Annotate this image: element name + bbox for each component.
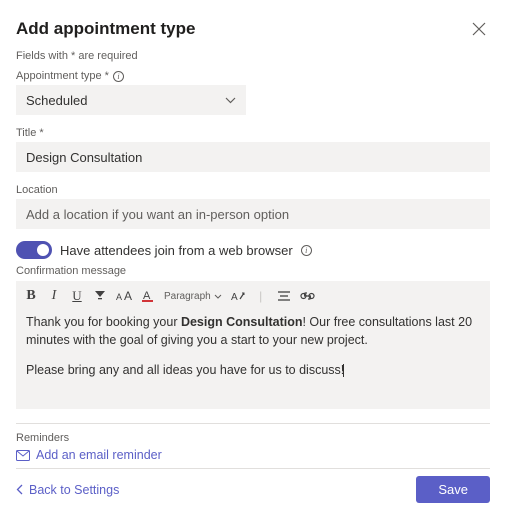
location-label: Location: [16, 184, 490, 196]
close-button[interactable]: [468, 18, 490, 40]
clear-formatting-button[interactable]: A: [231, 290, 245, 303]
reminders-label: Reminders: [16, 432, 490, 444]
chevron-left-icon: [16, 484, 23, 495]
location-input[interactable]: Add a location if you want an in-person …: [16, 199, 490, 229]
underline-button[interactable]: U: [70, 288, 84, 304]
web-browser-toggle[interactable]: [16, 241, 52, 259]
title-input[interactable]: Design Consultation: [16, 142, 490, 172]
title-label: Title *: [16, 127, 490, 139]
close-icon: [472, 22, 486, 36]
bold-button[interactable]: B: [24, 288, 38, 304]
align-button[interactable]: [277, 290, 291, 302]
align-icon: [277, 290, 291, 302]
svg-text:A: A: [116, 292, 122, 302]
divider: [16, 423, 490, 424]
save-button[interactable]: Save: [416, 476, 490, 503]
svg-text:A: A: [231, 292, 238, 303]
clear-format-icon: A: [231, 290, 245, 303]
web-browser-toggle-label: Have attendees join from a web browser: [60, 243, 293, 258]
font-size-icon: AA: [116, 290, 132, 302]
appointment-type-label: Appointment type * i: [16, 70, 490, 82]
info-icon[interactable]: i: [301, 245, 312, 256]
mail-icon: [16, 450, 30, 461]
add-email-reminder-link[interactable]: Add an email reminder: [16, 448, 490, 462]
divider: [16, 468, 490, 469]
strikethrough-button[interactable]: [93, 289, 107, 303]
back-to-settings-link[interactable]: Back to Settings: [16, 483, 119, 497]
info-icon[interactable]: i: [113, 71, 124, 82]
font-color-icon: A: [141, 289, 155, 303]
confirmation-message-label: Confirmation message: [16, 265, 490, 277]
appointment-type-select[interactable]: Scheduled: [16, 85, 246, 115]
svg-text:A: A: [124, 290, 132, 302]
chevron-down-icon: [214, 294, 222, 299]
italic-button[interactable]: I: [47, 288, 61, 304]
link-icon: [300, 291, 315, 301]
font-color-button[interactable]: A: [141, 289, 155, 303]
editor-content[interactable]: Thank you for booking your Design Consul…: [16, 309, 490, 409]
text-cursor: [343, 364, 344, 377]
font-size-button[interactable]: AA: [116, 290, 132, 302]
editor-toolbar: B I U AA A Paragraph A |: [16, 281, 490, 309]
paragraph-style-select[interactable]: Paragraph: [164, 291, 222, 302]
dialog-title: Add appointment type: [16, 19, 195, 39]
required-fields-note: Fields with * are required: [16, 50, 490, 62]
chevron-down-icon: [225, 97, 236, 104]
toggle-knob: [37, 244, 49, 256]
divider: |: [254, 289, 268, 303]
strikethrough-icon: [93, 289, 107, 303]
confirmation-editor: B I U AA A Paragraph A | Thank you for b…: [16, 281, 490, 409]
link-button[interactable]: [300, 291, 315, 301]
